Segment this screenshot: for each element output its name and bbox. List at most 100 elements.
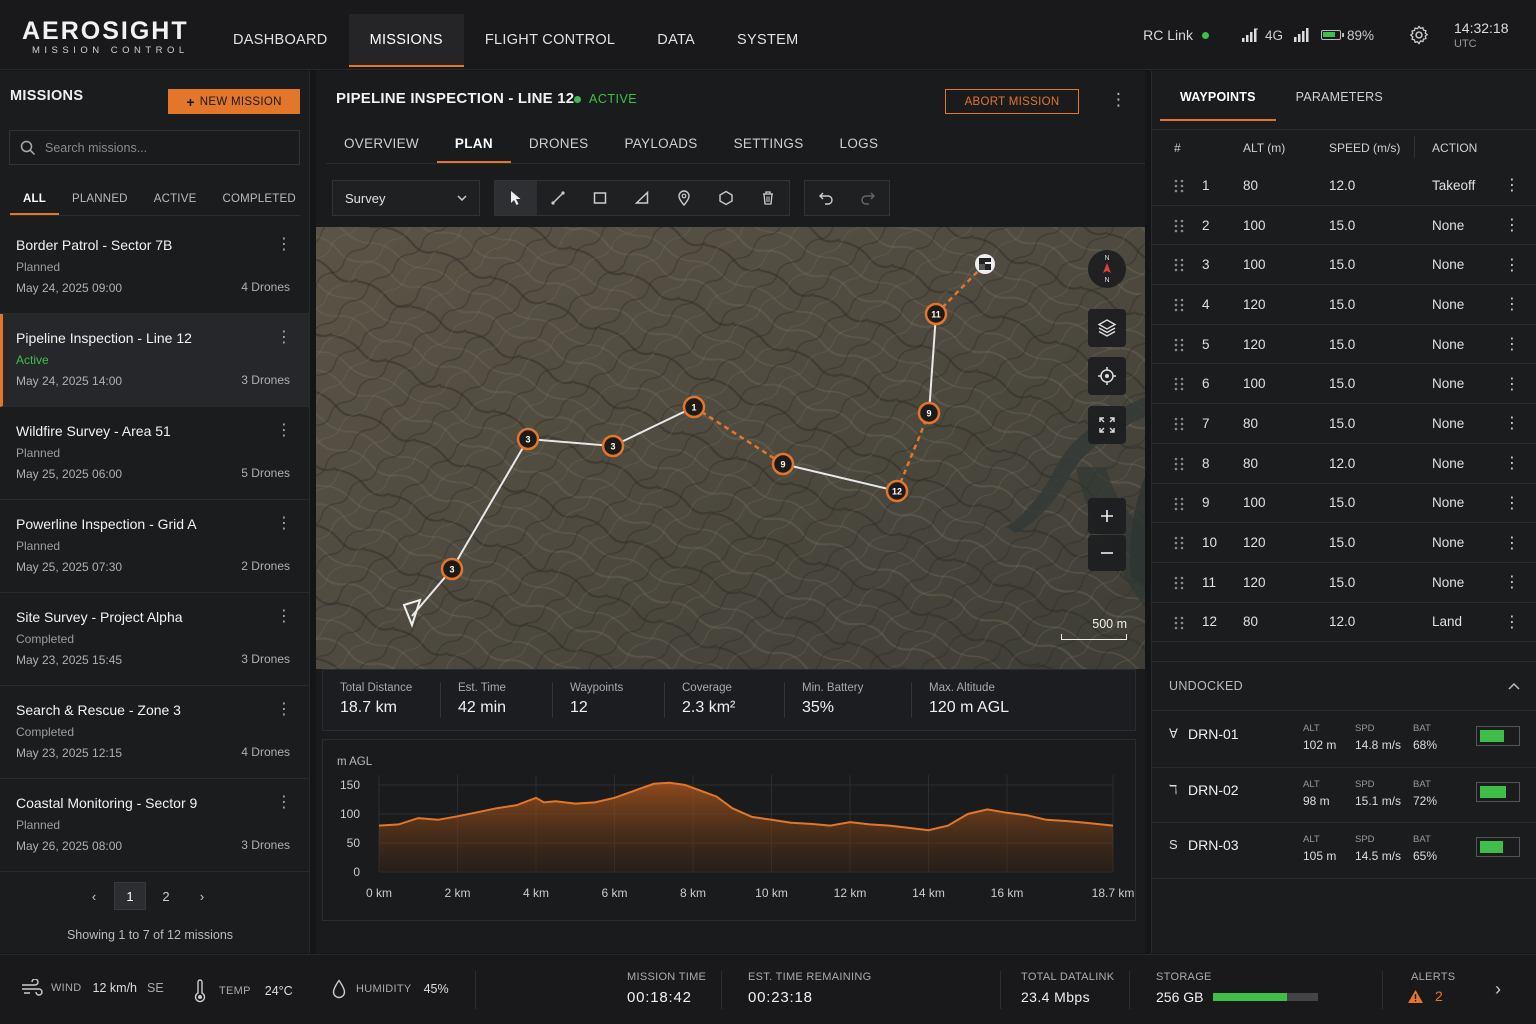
abort-mission-button[interactable]: ABORT MISSION (945, 89, 1079, 114)
waypoint-row[interactable]: 11 120 15.0 None ⋮ (1152, 563, 1536, 603)
new-mission-button[interactable]: + NEW MISSION (168, 89, 300, 114)
more-vertical-icon[interactable]: ⋮ (1504, 453, 1520, 473)
waypoint-marker[interactable]: 3 (601, 434, 625, 458)
drone-row[interactable]: ℸ DRN-02 ALT 98 m SPD 15.1 m/s BAT 72% (1152, 768, 1536, 823)
more-vertical-icon[interactable]: ⋮ (276, 516, 292, 532)
mission-map[interactable]: 3 3 1 9 12 9 11 3 N N 500 m (316, 227, 1145, 669)
zoom-out-button[interactable] (1088, 535, 1126, 571)
tab-payloads[interactable]: PAYLOADS (606, 129, 715, 163)
more-vertical-icon[interactable]: ⋮ (1504, 334, 1520, 354)
drag-handle-icon[interactable] (1174, 536, 1184, 550)
mission-item[interactable]: Pipeline Inspection - Line 12 Active May… (0, 314, 309, 407)
more-vertical-icon[interactable]: ⋮ (1504, 612, 1520, 632)
waypoint-row[interactable]: 6 100 15.0 None ⋮ (1152, 364, 1536, 405)
drag-handle-icon[interactable] (1174, 576, 1184, 590)
waypoint-row[interactable]: 10 120 15.0 None ⋮ (1152, 523, 1536, 563)
more-vertical-icon[interactable]: ⋮ (1504, 413, 1520, 433)
drone-row[interactable]: ∀ DRN-01 ALT 102 m SPD 14.8 m/s BAT 68% (1152, 712, 1536, 768)
tab-logs[interactable]: LOGS (822, 129, 897, 163)
tab-overview[interactable]: OVERVIEW (326, 129, 437, 163)
chevron-left-icon[interactable]: ‹ (78, 882, 110, 910)
more-vertical-icon[interactable]: ⋮ (276, 330, 292, 346)
drag-handle-icon[interactable] (1174, 497, 1184, 511)
drag-handle-icon[interactable] (1174, 179, 1184, 193)
more-vertical-icon[interactable]: ⋮ (1504, 215, 1520, 235)
filter-active[interactable]: ACTIVE (141, 186, 210, 215)
hexagon-tool[interactable] (705, 181, 747, 215)
drone-row[interactable]: S DRN-03 ALT 105 m SPD 14.5 m/s BAT 65% (1152, 823, 1536, 879)
more-vertical-icon[interactable]: ⋮ (276, 237, 292, 253)
waypoint-row[interactable]: 8 80 12.0 None ⋮ (1152, 444, 1536, 484)
drag-handle-icon[interactable] (1174, 457, 1184, 471)
drag-handle-icon[interactable] (1174, 298, 1184, 312)
more-vertical-icon[interactable]: ⋮ (1504, 533, 1520, 553)
page-1[interactable]: 1 (114, 882, 146, 910)
tab-waypoints[interactable]: WAYPOINTS (1160, 85, 1276, 121)
waypoint-tool[interactable] (663, 181, 705, 215)
delete-tool[interactable] (747, 181, 789, 215)
layers-button[interactable] (1088, 309, 1126, 347)
compass-button[interactable]: N N (1088, 250, 1126, 288)
waypoint-marker[interactable]: 3 (440, 557, 464, 581)
drag-handle-icon[interactable] (1174, 616, 1184, 630)
drag-handle-icon[interactable] (1174, 417, 1184, 431)
drag-handle-icon[interactable] (1174, 258, 1184, 272)
tab-drones[interactable]: DRONES (511, 129, 607, 163)
mission-item[interactable]: Coastal Monitoring - Sector 9 Planned Ma… (0, 779, 309, 872)
more-vertical-icon[interactable]: ⋮ (1504, 294, 1520, 314)
more-vertical-icon[interactable]: ⋮ (276, 609, 292, 625)
waypoint-row[interactable]: 4 120 15.0 None ⋮ (1152, 285, 1536, 325)
more-vertical-icon[interactable]: ⋮ (1504, 493, 1520, 513)
nav-dashboard[interactable]: DASHBOARD (212, 14, 349, 67)
tab-parameters[interactable]: PARAMETERS (1276, 85, 1403, 121)
chevron-right-icon[interactable]: › (186, 882, 218, 910)
app-logo[interactable]: AEROSIGHT MISSION CONTROL (22, 18, 189, 56)
filter-completed[interactable]: COMPLETED (209, 186, 308, 215)
waypoint-row[interactable]: 5 120 15.0 None ⋮ (1152, 325, 1536, 365)
tab-plan[interactable]: PLAN (436, 129, 511, 163)
rectangle-tool[interactable] (579, 181, 621, 215)
waypoint-row[interactable]: 2 100 15.0 None ⋮ (1152, 206, 1536, 246)
waypoint-row[interactable]: 3 100 15.0 None ⋮ (1152, 245, 1536, 286)
mission-item[interactable]: Site Survey - Project Alpha Completed Ma… (0, 593, 309, 686)
more-vertical-icon[interactable]: ⋮ (1504, 175, 1520, 195)
fullscreen-button[interactable] (1088, 406, 1126, 444)
drag-handle-icon[interactable] (1174, 377, 1184, 391)
survey-type-select[interactable]: Survey (332, 180, 480, 216)
more-vertical-icon[interactable]: ⋮ (276, 702, 292, 718)
gear-icon[interactable] (1408, 24, 1430, 46)
drag-handle-icon[interactable] (1174, 338, 1184, 352)
pointer-tool[interactable] (495, 181, 537, 215)
more-vertical-icon[interactable]: ⋮ (1110, 90, 1127, 110)
waypoint-marker[interactable]: 12 (885, 479, 909, 503)
mission-item[interactable]: Border Patrol - Sector 7B Planned May 24… (0, 221, 309, 314)
locate-button[interactable] (1088, 357, 1126, 395)
waypoint-row[interactable]: 7 80 15.0 None ⋮ (1152, 404, 1536, 444)
filter-planned[interactable]: PLANNED (59, 186, 141, 215)
undo-button[interactable] (805, 181, 847, 215)
page-2[interactable]: 2 (150, 882, 182, 910)
tab-settings[interactable]: SETTINGS (716, 129, 822, 163)
waypoint-row[interactable]: 12 80 12.0 Land ⋮ (1152, 603, 1536, 643)
polygon-area-tool[interactable] (621, 181, 663, 215)
alerts-status[interactable]: ALERTS 2 (1407, 971, 1455, 1004)
filter-all[interactable]: ALL (10, 186, 59, 215)
waypoint-row[interactable]: 1 80 12.0 Takeoff ⋮ (1152, 166, 1536, 206)
mission-item[interactable]: Powerline Inspection - Grid A Planned Ma… (0, 500, 309, 593)
waypoint-marker[interactable]: 3 (516, 427, 540, 451)
waypoint-marker[interactable]: 9 (917, 401, 941, 425)
nav-missions[interactable]: MISSIONS (348, 14, 464, 67)
drag-handle-icon[interactable] (1174, 219, 1184, 233)
search-input[interactable] (45, 140, 285, 155)
more-vertical-icon[interactable]: ⋮ (1504, 572, 1520, 592)
line-tool[interactable] (537, 181, 579, 215)
nav-system[interactable]: SYSTEM (716, 14, 819, 67)
waypoint-marker[interactable]: 11 (924, 302, 948, 326)
mission-item[interactable]: Wildfire Survey - Area 51 Planned May 25… (0, 407, 309, 500)
more-vertical-icon[interactable]: ⋮ (276, 795, 292, 811)
undocked-section-header[interactable]: UNDOCKED (1152, 661, 1536, 711)
nav-data[interactable]: DATA (636, 14, 716, 67)
zoom-in-button[interactable] (1088, 498, 1126, 534)
waypoint-row[interactable]: 9 100 15.0 None ⋮ (1152, 484, 1536, 524)
chevron-right-icon[interactable]: › (1495, 979, 1501, 1000)
